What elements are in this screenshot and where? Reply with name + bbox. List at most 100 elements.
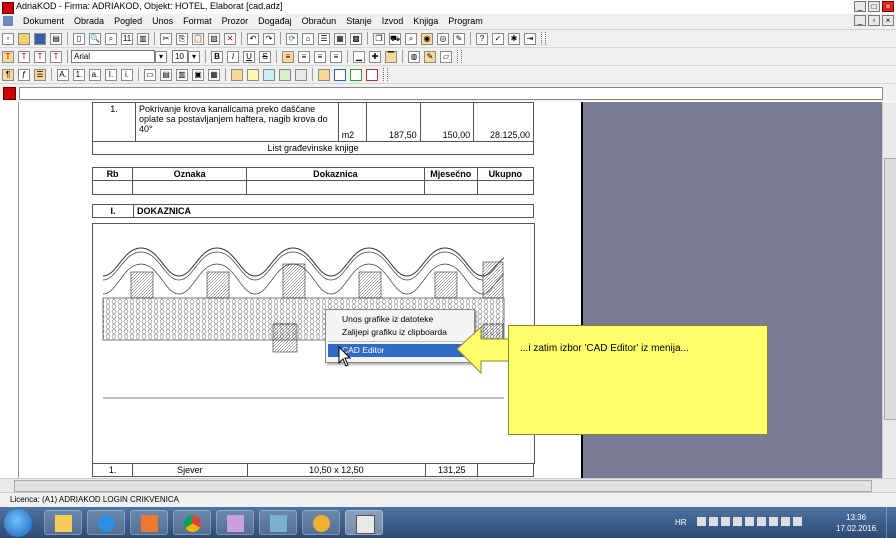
cancel-edit-icon[interactable] [3,87,16,100]
header-icon[interactable]: ▤ [160,68,172,81]
text-style-t4-icon[interactable]: T [50,50,62,63]
frame-icon[interactable]: ▭ [144,68,156,81]
check-icon[interactable]: ✓ [492,32,504,45]
style-icon[interactable]: ƒ [18,68,30,81]
exit-icon[interactable]: ⇥ [524,32,536,45]
align-right-icon[interactable]: ≡ [314,50,326,63]
tools-icon[interactable]: ✱ [508,32,520,45]
menu-pogled[interactable]: Pogled [109,16,147,26]
box-gray-icon[interactable] [295,68,307,81]
align-left-icon[interactable]: ≡ [282,50,294,63]
box-orange-icon[interactable] [231,68,243,81]
tray-icon[interactable] [757,517,766,526]
zoom-page-icon[interactable]: 🔍 [89,32,101,45]
page-number-icon[interactable]: 11 [121,32,133,45]
maximize-button[interactable]: □ [868,1,880,12]
document-page[interactable]: 1. Pokrivanje krova kanalicama preko daš… [22,102,580,478]
doc-minimize-button[interactable]: _ [854,15,866,26]
taskbar-adriakod[interactable] [345,510,383,535]
list-lower-a-icon[interactable]: a. [89,68,101,81]
border-blue-icon[interactable] [334,68,346,81]
menu-prozor[interactable]: Prozor [217,16,254,26]
text-style-t1-icon[interactable]: T [2,50,14,63]
text-style-t3-icon[interactable]: T [34,50,46,63]
delete-icon[interactable]: ✕ [224,32,236,45]
fill-color-icon[interactable]: ◍ [408,50,420,63]
taskbar-globe[interactable] [302,510,340,535]
strikethrough-icon[interactable]: S [259,50,271,63]
close-button[interactable]: × [882,1,894,12]
print-icon[interactable]: ▤ [50,32,62,45]
image-icon[interactable]: ▣ [192,68,204,81]
tray-icon[interactable] [769,517,778,526]
list-icon[interactable]: ☰ [318,32,330,45]
tray-icon[interactable] [697,517,706,526]
grid-icon[interactable]: ▩ [350,32,362,45]
taskbar-app[interactable] [259,510,297,535]
lines-icon[interactable]: ☰ [34,68,46,81]
box-green-icon[interactable] [279,68,291,81]
list-lower-roman-icon[interactable]: i. [121,68,133,81]
italic-icon[interactable]: I [227,50,239,63]
redo-icon[interactable]: ↷ [263,32,275,45]
format-paste-icon[interactable]: ▧ [208,32,220,45]
clock-time[interactable]: 13:36 [846,513,866,522]
clock-date[interactable]: 17.02.2016. [836,524,878,533]
valign-bottom-icon[interactable]: ▁ [353,50,365,63]
document-menu-icon[interactable] [3,16,13,26]
preview-icon[interactable]: ▯ [73,32,85,45]
font-name-select[interactable]: Arial [71,50,155,63]
box-yellow-icon[interactable] [247,68,259,81]
underline-icon[interactable]: U [243,50,255,63]
doc-restore-button[interactable]: ▫ [868,15,880,26]
minimize-button[interactable]: _ [854,1,866,12]
tray-language[interactable]: HR [675,518,687,527]
network-icon[interactable] [781,517,790,526]
tray-icon[interactable] [721,517,730,526]
menu-izvod[interactable]: Izvod [377,16,409,26]
menu-obrada[interactable]: Obrada [69,16,109,26]
camera-icon[interactable]: ◎ [437,32,449,45]
table-row[interactable]: 1. Sjever 10,50 x 12,50 131,25 [91,463,534,477]
eraser-icon[interactable]: ▱ [440,50,452,63]
border-green-icon[interactable] [350,68,362,81]
copy-icon[interactable]: ⎘ [176,32,188,45]
horizontal-scrollbar[interactable] [0,478,896,492]
paste-icon[interactable]: 📋 [192,32,204,45]
refresh-icon[interactable]: ⟳ [286,32,298,45]
valign-top-icon[interactable]: ▔ [385,50,397,63]
taskbar-ie[interactable] [87,510,125,535]
list-a-icon[interactable]: A. [57,68,69,81]
cut-icon[interactable]: ✂ [160,32,172,45]
footer-icon[interactable]: ▥ [176,68,188,81]
table-row[interactable]: 1. Pokrivanje krova kanalicama preko daš… [91,102,534,142]
active-tool-icon[interactable]: ◉ [421,32,433,45]
taskbar-chrome[interactable] [173,510,211,535]
doc-close-button[interactable]: × [882,15,894,26]
horizontal-scroll-thumb[interactable] [14,480,872,492]
vertical-scroll-thumb[interactable] [884,158,896,420]
truck-icon[interactable]: ⛟ [389,32,401,45]
volume-icon[interactable] [793,517,802,526]
menu-knjiga[interactable]: Knjiga [408,16,443,26]
save-icon[interactable] [34,32,46,45]
font-size-select[interactable]: 10 [172,50,188,63]
undo-icon[interactable]: ↶ [247,32,259,45]
list-1-icon[interactable]: 1. [73,68,85,81]
text-style-t2-icon[interactable]: T [18,50,30,63]
menu-program[interactable]: Program [443,16,488,26]
tray-icon[interactable] [745,517,754,526]
border-black-icon[interactable] [318,68,330,81]
box-cyan-icon[interactable] [263,68,275,81]
edit-input[interactable] [19,87,883,100]
font-name-dropdown-icon[interactable]: ▾ [155,50,167,63]
search-icon[interactable]: ⌕ [405,32,417,45]
table-icon[interactable]: ▦ [334,32,346,45]
help-icon[interactable]: ? [476,32,488,45]
justify-icon[interactable]: ≡ [330,50,342,63]
table-row[interactable] [91,180,535,195]
window-icon[interactable]: ❐ [373,32,385,45]
border-red-icon[interactable] [366,68,378,81]
menu-item-paste-clipboard[interactable]: Zalijepi grafiku iz clipboarda [328,326,470,339]
tray-icon[interactable] [733,517,742,526]
